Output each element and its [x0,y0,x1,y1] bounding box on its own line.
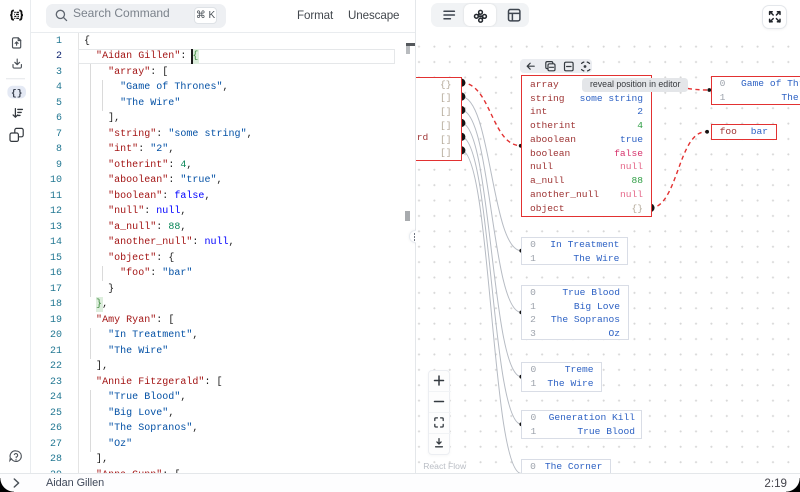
svg-text:{}: {} [11,87,23,98]
